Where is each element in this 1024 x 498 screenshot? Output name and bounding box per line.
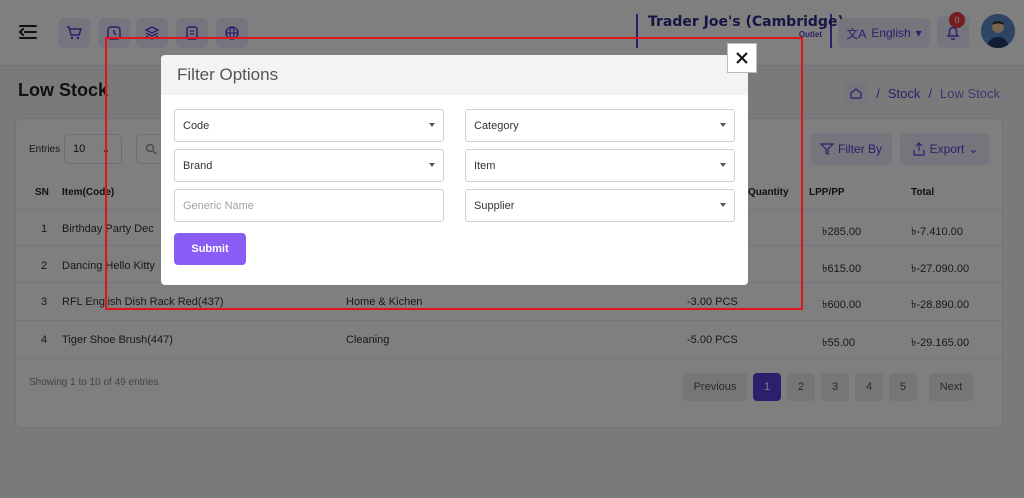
highlight-box [105, 37, 803, 310]
